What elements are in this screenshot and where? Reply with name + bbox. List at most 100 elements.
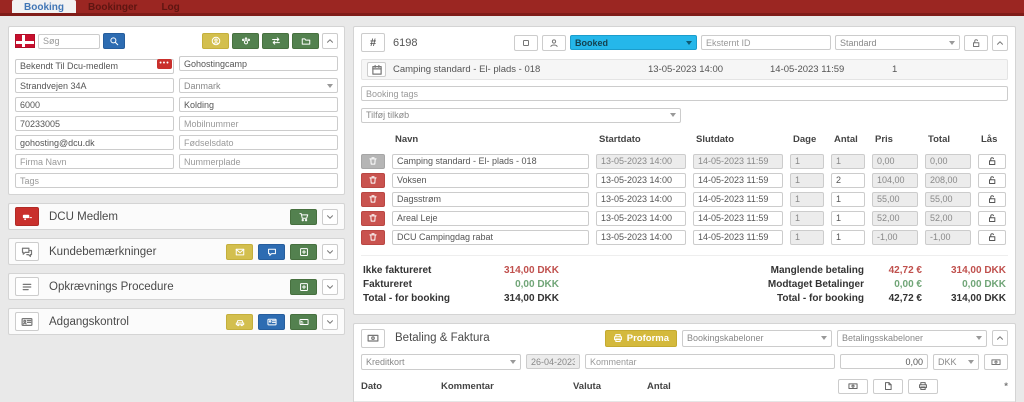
customer-name-input[interactable]	[15, 58, 174, 74]
vehicle-access-button[interactable]	[226, 313, 253, 330]
section-dcu-medlem[interactable]: DCU Medlem	[8, 203, 345, 230]
booking-status-select[interactable]: Booked	[570, 35, 697, 50]
collapse-customer-button[interactable]	[322, 33, 338, 49]
danish-flag-icon	[15, 34, 35, 48]
line-name-input[interactable]	[392, 153, 589, 169]
dcu-logo-icon	[15, 207, 39, 226]
send-note-button[interactable]	[226, 243, 253, 260]
booking-tags-input[interactable]	[361, 86, 1008, 101]
delete-line-button[interactable]	[361, 229, 385, 245]
plate-input[interactable]	[179, 154, 338, 169]
line-name-input[interactable]	[392, 191, 589, 207]
email-input[interactable]	[15, 135, 174, 150]
total-label: Ikke faktureret	[363, 264, 432, 276]
line-start-input[interactable]	[596, 191, 686, 207]
line-qty-input[interactable]	[831, 229, 865, 245]
customer-tags-input[interactable]	[15, 173, 338, 188]
payments-print-button[interactable]	[908, 378, 939, 394]
addon-select[interactable]: Tilføj tilkøb	[361, 107, 681, 123]
unlock-line-button[interactable]	[978, 191, 1006, 207]
tab-booking[interactable]: Booking	[12, 0, 76, 13]
line-qty-input[interactable]	[831, 210, 865, 226]
unlock-line-button[interactable]	[978, 210, 1006, 226]
add-procedure-button[interactable]	[290, 278, 317, 295]
zip-input[interactable]	[15, 97, 174, 112]
city-input[interactable]	[179, 97, 338, 112]
col-dato: Dato	[361, 380, 383, 392]
line-start-input[interactable]	[596, 229, 686, 245]
search-button[interactable]	[103, 33, 125, 49]
unlock-line-button[interactable]	[978, 172, 1006, 188]
payment-amount-input[interactable]	[840, 354, 928, 369]
line-total-input	[925, 210, 971, 226]
payment-templates-select[interactable]: Betalingsskabeloner	[837, 329, 987, 347]
expand-procedure-button[interactable]	[322, 278, 338, 295]
line-start-input[interactable]	[596, 210, 686, 226]
add-note-button[interactable]	[290, 243, 317, 260]
line-start-input[interactable]	[596, 172, 686, 188]
car-icon	[235, 319, 244, 326]
customer-pet-button[interactable]	[232, 33, 259, 49]
line-qty-input[interactable]	[831, 191, 865, 207]
tab-bookinger[interactable]: Bookinger	[76, 0, 149, 13]
tab-log[interactable]: Log	[149, 0, 191, 13]
section-title: Adgangskontrol	[49, 315, 129, 328]
camp-name-input[interactable]	[179, 56, 338, 71]
currency-select[interactable]: DKK	[933, 353, 979, 370]
external-id-input[interactable]	[701, 35, 831, 50]
customer-profile-button[interactable]	[202, 33, 229, 49]
comment-button[interactable]	[258, 243, 285, 260]
birthdate-input[interactable]	[179, 135, 338, 150]
line-end-input[interactable]	[693, 229, 783, 245]
payment-date-input[interactable]	[526, 354, 580, 369]
dcu-cart-button[interactable]	[290, 208, 317, 225]
booking-template-select[interactable]: Standard	[835, 35, 960, 50]
line-name-input[interactable]	[392, 229, 589, 245]
line-end-input[interactable]	[693, 172, 783, 188]
booking-summary-row[interactable]: Camping standard - El- plads - 018 13-05…	[361, 59, 1008, 80]
payment-method-select[interactable]: Kreditkort	[361, 353, 521, 370]
company-input[interactable]	[15, 154, 174, 169]
mobile-input[interactable]	[179, 116, 338, 131]
access-card-button[interactable]	[258, 313, 285, 330]
customer-archive-button[interactable]	[292, 33, 319, 49]
booking-user-button[interactable]	[542, 34, 566, 51]
payment-method-value: Kreditkort	[366, 356, 405, 367]
payments-money-button[interactable]	[838, 378, 869, 394]
payment-header: Betaling & Faktura Proforma Bookingskabe…	[354, 324, 1015, 352]
payment-comment-input[interactable]	[585, 354, 835, 369]
select-booking-checkbox[interactable]	[514, 34, 538, 51]
keycard-button[interactable]	[290, 313, 317, 330]
unlock-line-button[interactable]	[978, 229, 1006, 245]
section-opkraevnings-procedure[interactable]: Opkrævnings Procedure	[8, 273, 345, 300]
country-select[interactable]: Danmark	[179, 78, 338, 93]
delete-line-button[interactable]	[361, 210, 385, 226]
dcu-member-badge-icon[interactable]: •••	[157, 58, 172, 69]
register-payment-button[interactable]	[984, 353, 1008, 370]
expand-notes-button[interactable]	[322, 243, 338, 260]
line-name-input[interactable]	[392, 210, 589, 226]
delete-line-button[interactable]	[361, 191, 385, 207]
booking-templates-select[interactable]: Bookingskabeloner	[682, 329, 832, 347]
section-kundebemaerkninger[interactable]: Kundebemærkninger	[8, 238, 345, 265]
street-input[interactable]	[15, 78, 174, 93]
unlock-booking-button[interactable]	[964, 34, 988, 51]
payments-document-button[interactable]	[873, 378, 904, 394]
phone-input[interactable]	[15, 116, 174, 131]
proforma-button[interactable]: Proforma	[604, 329, 677, 347]
banknote-icon	[848, 383, 858, 389]
collapse-payment-button[interactable]	[992, 330, 1008, 346]
collapse-booking-button[interactable]	[992, 34, 1008, 51]
line-name-input[interactable]	[392, 172, 589, 188]
line-end-input[interactable]	[693, 210, 783, 226]
line-qty-input[interactable]	[831, 172, 865, 188]
expand-access-button[interactable]	[322, 313, 338, 330]
section-adgangskontrol[interactable]: Adgangskontrol	[8, 308, 345, 335]
search-input[interactable]	[38, 33, 100, 49]
unlock-line-button[interactable]	[978, 153, 1006, 169]
expand-dcu-button[interactable]	[322, 208, 338, 225]
delete-line-button[interactable]	[361, 172, 385, 188]
line-total-input	[925, 172, 971, 188]
line-end-input[interactable]	[693, 191, 783, 207]
customer-transfer-button[interactable]	[262, 33, 289, 49]
